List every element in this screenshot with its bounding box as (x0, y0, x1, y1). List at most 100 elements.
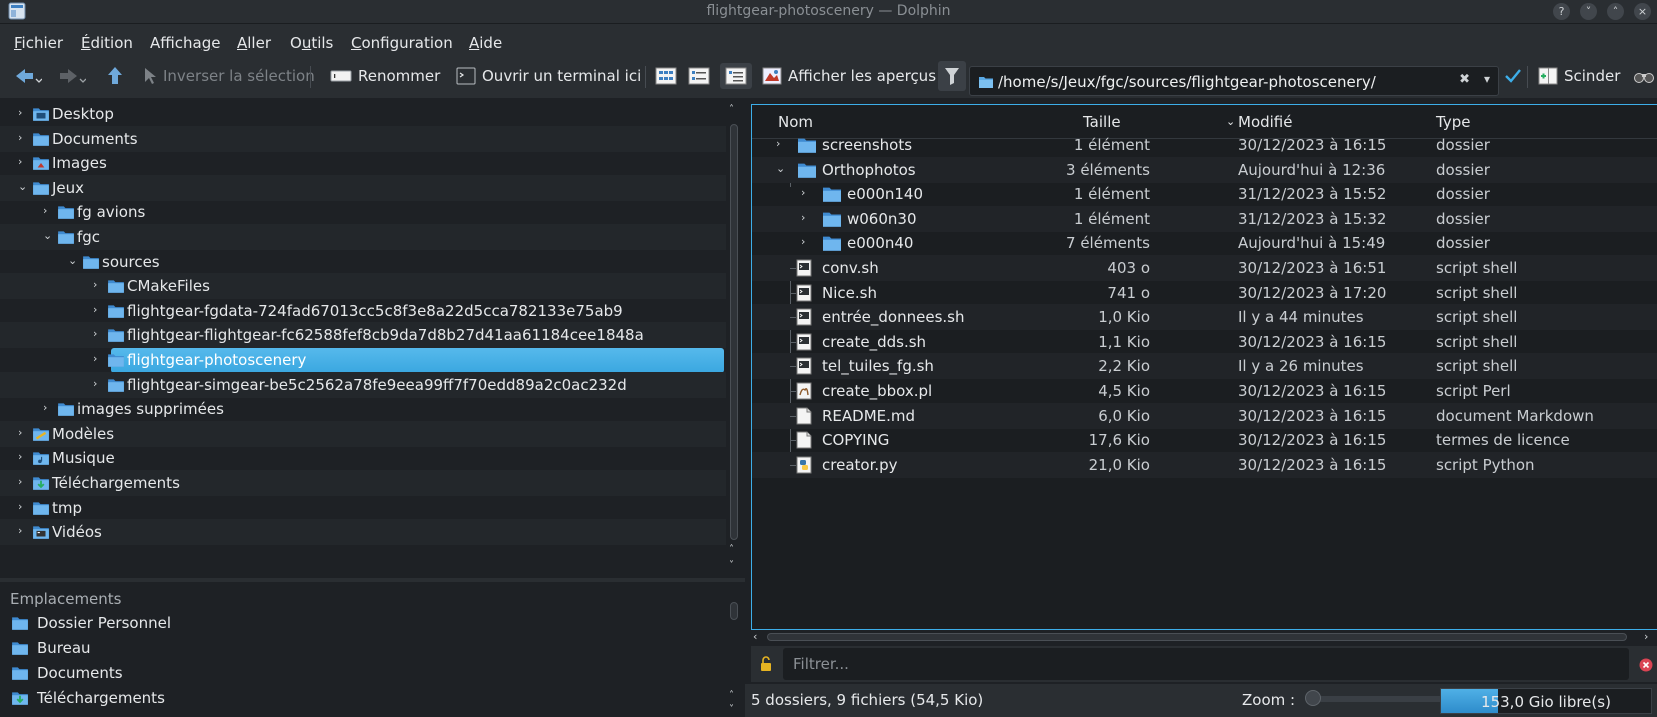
up-button[interactable] (106, 65, 124, 87)
menu-fichier[interactable]: Fichier (14, 34, 63, 52)
file-row[interactable]: README.md 6,0 Kio 30/12/2023 à 16:15 docume… (752, 402, 1657, 429)
place-item[interactable]: Bureau (0, 635, 726, 661)
help-icon[interactable]: ? (1553, 3, 1570, 20)
chevron-right-icon[interactable]: › (801, 186, 805, 199)
menu-aide[interactable]: Aide (469, 34, 502, 52)
split-button[interactable]: Scinder (1538, 65, 1620, 87)
tree-item[interactable]: › flightgear-flightgear-fc62588fef8cb9da7… (0, 322, 726, 349)
scroll-down-icon[interactable]: ˅ (729, 704, 734, 715)
column-type[interactable]: Type (1436, 113, 1470, 131)
chevron-right-icon[interactable]: › (43, 401, 47, 414)
chevron-down-icon[interactable]: ⌄ (43, 229, 52, 242)
chevron-right-icon[interactable]: › (18, 524, 22, 537)
menu-edition[interactable]: Édition (81, 34, 133, 52)
confirm-location-button[interactable] (1504, 65, 1522, 87)
tree-item[interactable]: ⌄ fgc (0, 224, 726, 250)
close-icon[interactable]: × (1634, 3, 1651, 20)
chevron-right-icon[interactable]: › (93, 352, 97, 365)
tree-item[interactable]: ⌄ sources (0, 249, 726, 275)
file-row[interactable]: conv.sh 403 o 30/12/2023 à 16:51 script she… (752, 255, 1657, 281)
file-row[interactable]: tel_tuiles_fg.sh 2,2 Kio Il y a 26 minutes… (752, 353, 1657, 380)
tree-item[interactable]: › flightgear-simgear-be5c2562a78fe9eea99f… (0, 371, 726, 398)
filter-button[interactable] (938, 61, 966, 91)
search-button[interactable] (1633, 65, 1655, 87)
place-item[interactable]: Dossier Personnel (0, 610, 726, 636)
chevron-right-icon[interactable]: › (18, 450, 22, 463)
chevron-right-icon[interactable]: › (801, 211, 805, 224)
tree-item[interactable]: › Modèles (0, 420, 726, 447)
free-space-indicator[interactable]: 153,0 Gio libre(s) (1440, 688, 1652, 714)
scroll-left-icon[interactable]: ‹ (753, 630, 757, 643)
chevron-right-icon[interactable]: › (18, 106, 22, 119)
clear-location-icon[interactable]: ✖ (1459, 72, 1470, 87)
chevron-down-icon[interactable]: ⌄ (776, 162, 785, 175)
tree-item[interactable]: › Vidéos (0, 519, 726, 546)
tree-item[interactable]: › tmp (0, 495, 726, 521)
chevron-right-icon[interactable]: › (43, 204, 47, 217)
icons-view-button[interactable] (655, 65, 677, 87)
scrollbar-thumb[interactable] (730, 602, 738, 620)
scroll-up-icon[interactable]: ˄ (729, 690, 734, 701)
show-previews-button[interactable]: Afficher les aperçus (762, 65, 936, 87)
chevron-right-icon[interactable]: › (93, 303, 97, 316)
scroll-up-icon[interactable]: ˄ (729, 104, 734, 115)
minimize-icon[interactable]: ˅ (1580, 3, 1597, 20)
scroll-up-icon[interactable]: ˄ (729, 544, 734, 555)
tree-item[interactable]: › Desktop (0, 101, 726, 127)
tree-item[interactable]: › CMakeFiles (0, 273, 726, 300)
chevron-right-icon[interactable]: › (18, 426, 22, 439)
folders-scrollbar[interactable]: ˄ ˄ ˅ (727, 104, 741, 576)
filter-input[interactable] (783, 648, 1629, 680)
filter-field[interactable] (783, 648, 1629, 680)
menu-configuration[interactable]: Configuration (351, 34, 453, 52)
chevron-right-icon[interactable]: › (93, 278, 97, 291)
chevron-down-icon[interactable]: ⌄ (18, 180, 27, 193)
scrollbar-thumb[interactable] (730, 124, 738, 540)
tree-item[interactable]: › Téléchargements (0, 470, 726, 496)
chevron-right-icon[interactable]: › (93, 377, 97, 390)
location-path[interactable]: /home/s/Jeux/fgc/sources/flightgear-phot… (998, 73, 1376, 91)
tree-item[interactable]: › flightgear-photoscenery (0, 347, 726, 373)
scroll-down-icon[interactable]: ˅ (729, 560, 734, 571)
chevron-right-icon[interactable]: › (776, 137, 780, 150)
tree-item[interactable]: › Musique (0, 445, 726, 471)
invert-selection-button[interactable]: Inverser la sélection (143, 65, 315, 87)
back-button[interactable] (14, 65, 42, 87)
tree-item[interactable]: › Documents (0, 125, 726, 152)
column-size[interactable]: Taille (1083, 113, 1121, 131)
details-view-button[interactable] (720, 63, 752, 89)
file-row[interactable]: creator.py 21,0 Kio 30/12/2023 à 16:15 scri… (752, 451, 1657, 478)
file-row[interactable]: ⌄ Orthophotos 3 éléments Aujourd'hui à 12:3… (752, 156, 1657, 183)
scroll-right-icon[interactable]: › (1644, 630, 1648, 643)
tree-item[interactable]: › flightgear-fgdata-724fad67013cc5c8f3e8a… (0, 298, 726, 324)
chevron-down-icon[interactable]: ▾ (1484, 72, 1490, 86)
horizontal-scrollbar[interactable]: ‹ › (751, 630, 1657, 644)
chevron-right-icon[interactable]: › (18, 155, 22, 168)
chevron-right-icon[interactable]: › (18, 475, 22, 488)
open-terminal-button[interactable]: Ouvrir un terminal ici (456, 65, 641, 87)
rename-button[interactable]: Renommer (330, 65, 440, 87)
menu-outils[interactable]: Outils (290, 34, 333, 52)
tree-item[interactable]: › images supprimées (0, 396, 726, 422)
tree-item[interactable]: ⌄ Jeux (0, 174, 726, 201)
chevron-right-icon[interactable]: › (801, 235, 805, 248)
chevron-right-icon[interactable]: › (18, 131, 22, 144)
chevron-down-icon[interactable]: ⌄ (68, 254, 77, 267)
file-row[interactable]: › e000n140 1 élément 31/12/2023 à 15:52 doss… (752, 181, 1657, 207)
scrollbar-thumb[interactable] (767, 633, 1627, 641)
column-name[interactable]: Nom (778, 113, 813, 131)
maximize-icon[interactable]: ˄ (1607, 3, 1624, 20)
file-row[interactable]: create_dds.sh 1,1 Kio 30/12/2023 à 16:15 sc… (752, 329, 1657, 355)
chevron-right-icon[interactable]: › (93, 327, 97, 340)
chevron-right-icon[interactable]: › (18, 500, 22, 513)
close-filter-icon[interactable] (1639, 658, 1653, 672)
column-modified[interactable]: Modifié (1238, 113, 1293, 131)
menu-aller[interactable]: Aller (237, 34, 271, 52)
zoom-slider-handle[interactable] (1305, 690, 1321, 706)
file-row[interactable]: › e000n40 7 éléments Aujourd'hui à 15:49 dos… (752, 230, 1657, 256)
tree-item[interactable]: › fg avions (0, 199, 726, 225)
file-row[interactable]: › w060n30 1 élément 31/12/2023 à 15:32 dossi… (752, 205, 1657, 232)
place-item[interactable]: Documents (0, 660, 726, 686)
compact-view-button[interactable] (688, 65, 710, 87)
place-item[interactable]: Téléchargements (0, 685, 726, 711)
